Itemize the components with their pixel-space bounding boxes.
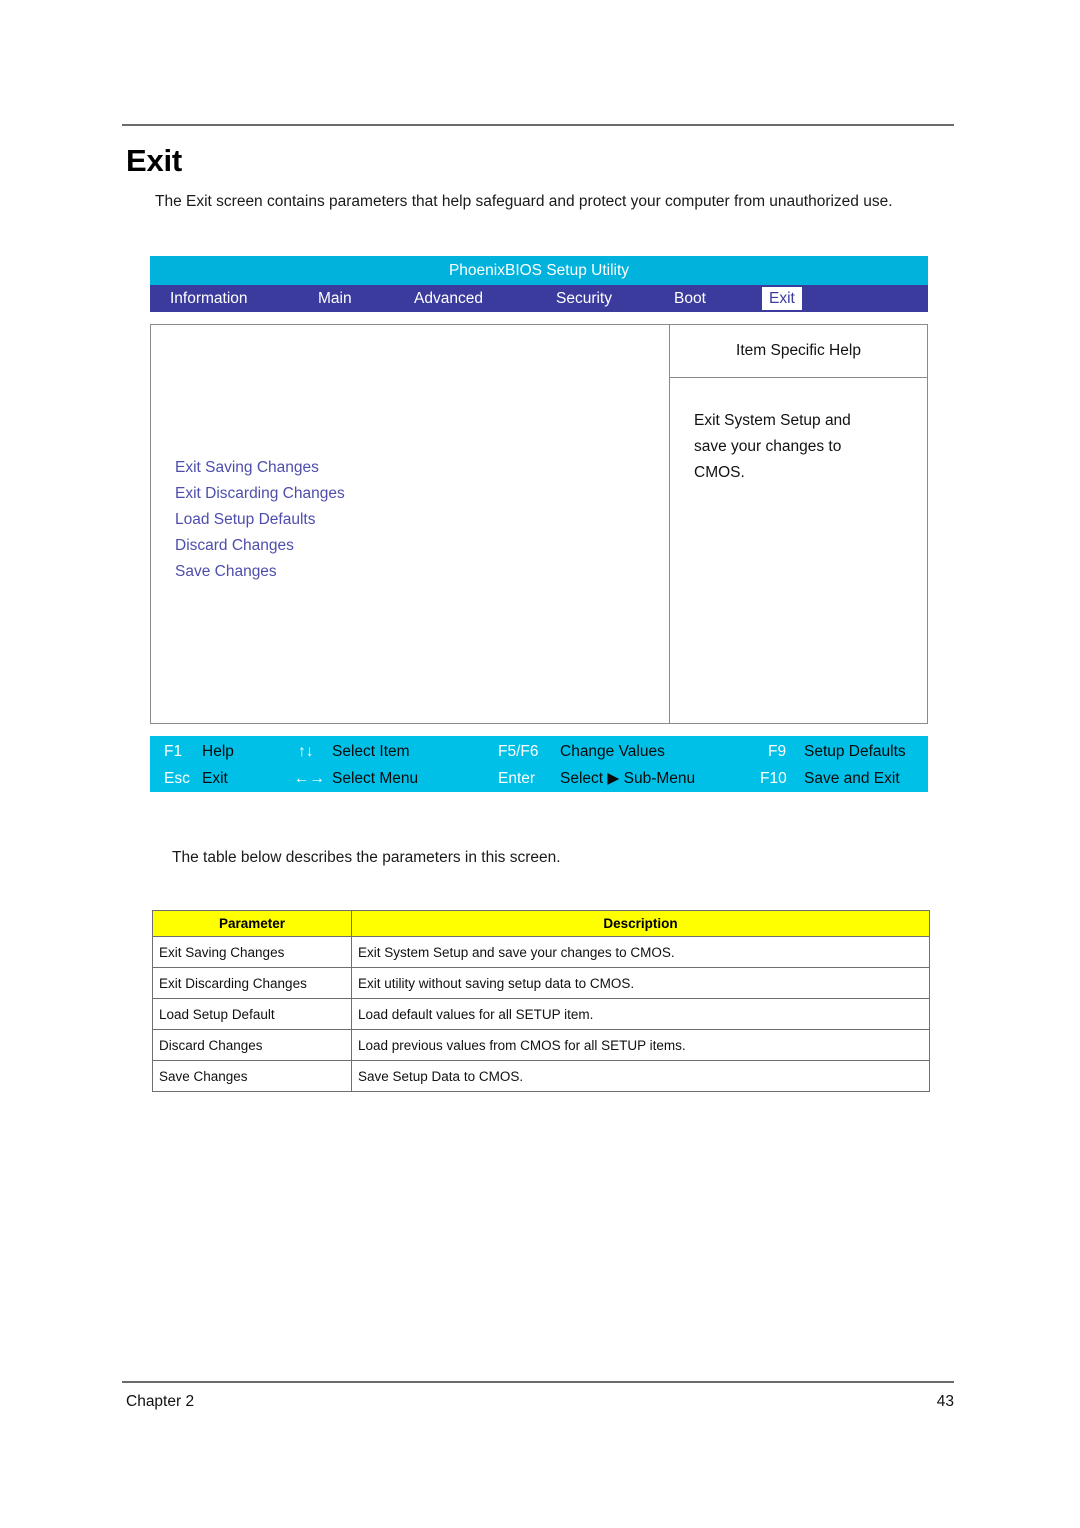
cell-description: Load previous values from CMOS for all S…: [351, 1029, 930, 1061]
bios-help-pane: Item Specific Help Exit System Setup and…: [669, 325, 927, 723]
table-row: Load Setup Default Load default values fo…: [152, 998, 930, 1030]
key-action-label: Select Menu: [332, 770, 419, 787]
column-header-description: Description: [351, 910, 930, 937]
bios-options-list: Exit Saving Changes Exit Discarding Chang…: [175, 455, 345, 585]
cell-parameter: Load Setup Default: [152, 998, 352, 1030]
key-action-label: Save and Exit: [804, 770, 900, 787]
header-divider: [122, 124, 954, 126]
key-action-label: Select ▶ Sub-Menu: [560, 770, 696, 787]
footer-divider: [122, 1381, 954, 1383]
key-label: F5/F6: [498, 743, 539, 760]
cell-description: Exit utility without saving setup data t…: [351, 967, 930, 999]
key-label: F1: [164, 743, 183, 760]
table-row: Save Changes Save Setup Data to CMOS.: [152, 1060, 930, 1092]
key-label: Esc: [164, 770, 190, 787]
item-specific-help-title: Item Specific Help: [670, 325, 927, 378]
footer-page-number: 43: [936, 1393, 954, 1410]
cell-parameter: Exit Saving Changes: [152, 936, 352, 968]
help-text-line: save your changes to: [694, 438, 842, 455]
key-help-row-1: F1 Help ↑↓ Select Item F5/F6 Change Values F9 S…: [150, 738, 928, 765]
table-row: Exit Discarding Changes Exit utility with…: [152, 967, 930, 999]
bios-setup-screenshot: PhoenixBIOS Setup Utility Information Mai…: [150, 256, 928, 792]
key-action-label: Change Values: [560, 743, 665, 760]
key-action-label: Select Item: [332, 743, 410, 760]
bios-tab-main[interactable]: Main: [318, 285, 352, 312]
bios-title-text: PhoenixBIOS Setup Utility: [448, 261, 630, 279]
key-label: F9: [768, 743, 787, 760]
bios-tab-information[interactable]: Information: [170, 285, 248, 312]
key-label: F10: [760, 770, 787, 787]
bios-title-bar: PhoenixBIOS Setup Utility: [150, 256, 928, 285]
key-help-row-2: Esc Exit ←→ Select Menu Enter Select ▶ Sub-Me…: [150, 765, 928, 792]
bios-content-panel: Exit Saving Changes Exit Discarding Chang…: [150, 324, 928, 724]
bios-options-pane: Exit Saving Changes Exit Discarding Chang…: [151, 325, 669, 723]
cell-description: Save Setup Data to CMOS.: [351, 1060, 930, 1092]
key-action-label: Help: [202, 743, 234, 760]
page-title: Exit: [126, 143, 183, 178]
cell-parameter: Save Changes: [152, 1060, 352, 1092]
table-header-row: Parameter Description: [152, 910, 930, 937]
key-action-label: Exit: [202, 770, 228, 787]
help-text-line: CMOS.: [694, 464, 745, 481]
footer-chapter-label: Chapter 2: [126, 1393, 195, 1410]
bios-tab-advanced[interactable]: Advanced: [414, 285, 483, 312]
table-row: Exit Saving Changes Exit System Setup and…: [152, 936, 930, 968]
bios-option-item[interactable]: Discard Changes: [175, 533, 345, 559]
bios-option-item[interactable]: Exit Discarding Changes: [175, 481, 345, 507]
bios-option-item[interactable]: Save Changes: [175, 559, 345, 585]
table-intro-paragraph: The table below describes the parameters…: [172, 849, 561, 866]
help-text-line: Exit System Setup and: [694, 412, 851, 429]
key-label: Enter: [498, 770, 536, 787]
parameter-description-table: Parameter Description Exit Saving Change…: [152, 910, 930, 1092]
document-page: Exit The Exit screen contains parameters…: [0, 0, 1080, 1528]
bios-menu-bar: Information Main Advanced Security Boot Exit: [150, 285, 928, 312]
key-label: ←→: [294, 770, 325, 787]
bios-tab-security[interactable]: Security: [556, 285, 612, 312]
table-row: Discard Changes Load previous values from…: [152, 1029, 930, 1061]
intro-paragraph: The Exit screen contains parameters that…: [155, 193, 893, 210]
column-header-parameter: Parameter: [152, 910, 352, 937]
cell-parameter: Discard Changes: [152, 1029, 352, 1061]
cell-description: Load default values for all SETUP item.: [351, 998, 930, 1030]
bios-tab-boot[interactable]: Boot: [674, 285, 706, 312]
bios-option-item[interactable]: Exit Saving Changes: [175, 455, 345, 481]
bios-key-help-bar: F1 Help ↑↓ Select Item F5/F6 Change Values F9 S…: [150, 736, 928, 792]
cell-parameter: Exit Discarding Changes: [152, 967, 352, 999]
key-action-label: Setup Defaults: [804, 743, 906, 760]
key-label: ↑↓: [298, 743, 314, 760]
item-specific-help-body: Exit System Setup and save your changes t…: [670, 378, 927, 486]
bios-tab-exit[interactable]: Exit: [762, 287, 802, 310]
cell-description: Exit System Setup and save your changes …: [351, 936, 930, 968]
bios-option-item[interactable]: Load Setup Defaults: [175, 507, 345, 533]
